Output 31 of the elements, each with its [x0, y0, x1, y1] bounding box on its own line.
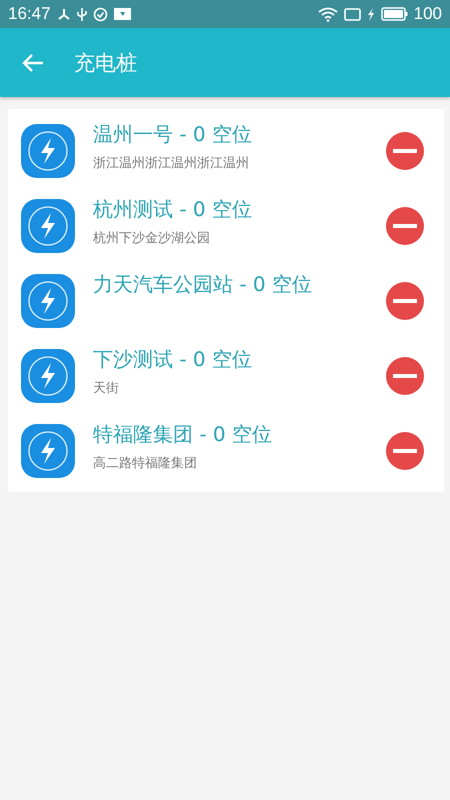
- station-name: 杭州测试 - 0 空位: [93, 196, 254, 223]
- station-name: 力天汽车公园站 - 0 空位: [93, 271, 314, 298]
- wifi-icon: [318, 6, 338, 22]
- share-icon: [56, 7, 71, 21]
- charging-station-icon: [20, 272, 76, 328]
- delete-button[interactable]: [386, 282, 424, 320]
- station-name: 特福隆集团 - 0 空位: [93, 421, 274, 448]
- station-address: 高二路特福隆集团: [93, 455, 198, 472]
- delete-button[interactable]: [386, 206, 424, 244]
- sim-icon: [344, 8, 361, 20]
- delete-button[interactable]: [386, 132, 424, 170]
- status-time: 16:47: [8, 4, 51, 24]
- usb-icon: [76, 6, 87, 22]
- station-address: 浙江温州浙江温州浙江温州: [93, 155, 250, 172]
- battery-icon: [380, 7, 408, 21]
- station-name: 下沙测试 - 0 空位: [93, 346, 254, 373]
- battery-level: 100: [414, 4, 442, 24]
- charging-station-icon: [20, 122, 76, 178]
- charging-icon: [366, 8, 375, 20]
- charging-station-icon: [20, 198, 76, 254]
- station-address: 天街: [93, 380, 120, 397]
- charging-station-icon: [20, 348, 76, 404]
- station-name: 温州一号 - 0 空位: [93, 121, 254, 148]
- station-address: 杭州下沙金沙湖公园: [93, 230, 211, 247]
- delete-button[interactable]: [386, 432, 424, 470]
- charging-station-icon: [20, 422, 76, 478]
- back-button[interactable]: [22, 52, 44, 72]
- delete-button[interactable]: [386, 356, 424, 394]
- check-circle-icon: [92, 6, 108, 22]
- image-icon: [114, 7, 131, 21]
- page-title: 充电桩: [74, 50, 137, 76]
